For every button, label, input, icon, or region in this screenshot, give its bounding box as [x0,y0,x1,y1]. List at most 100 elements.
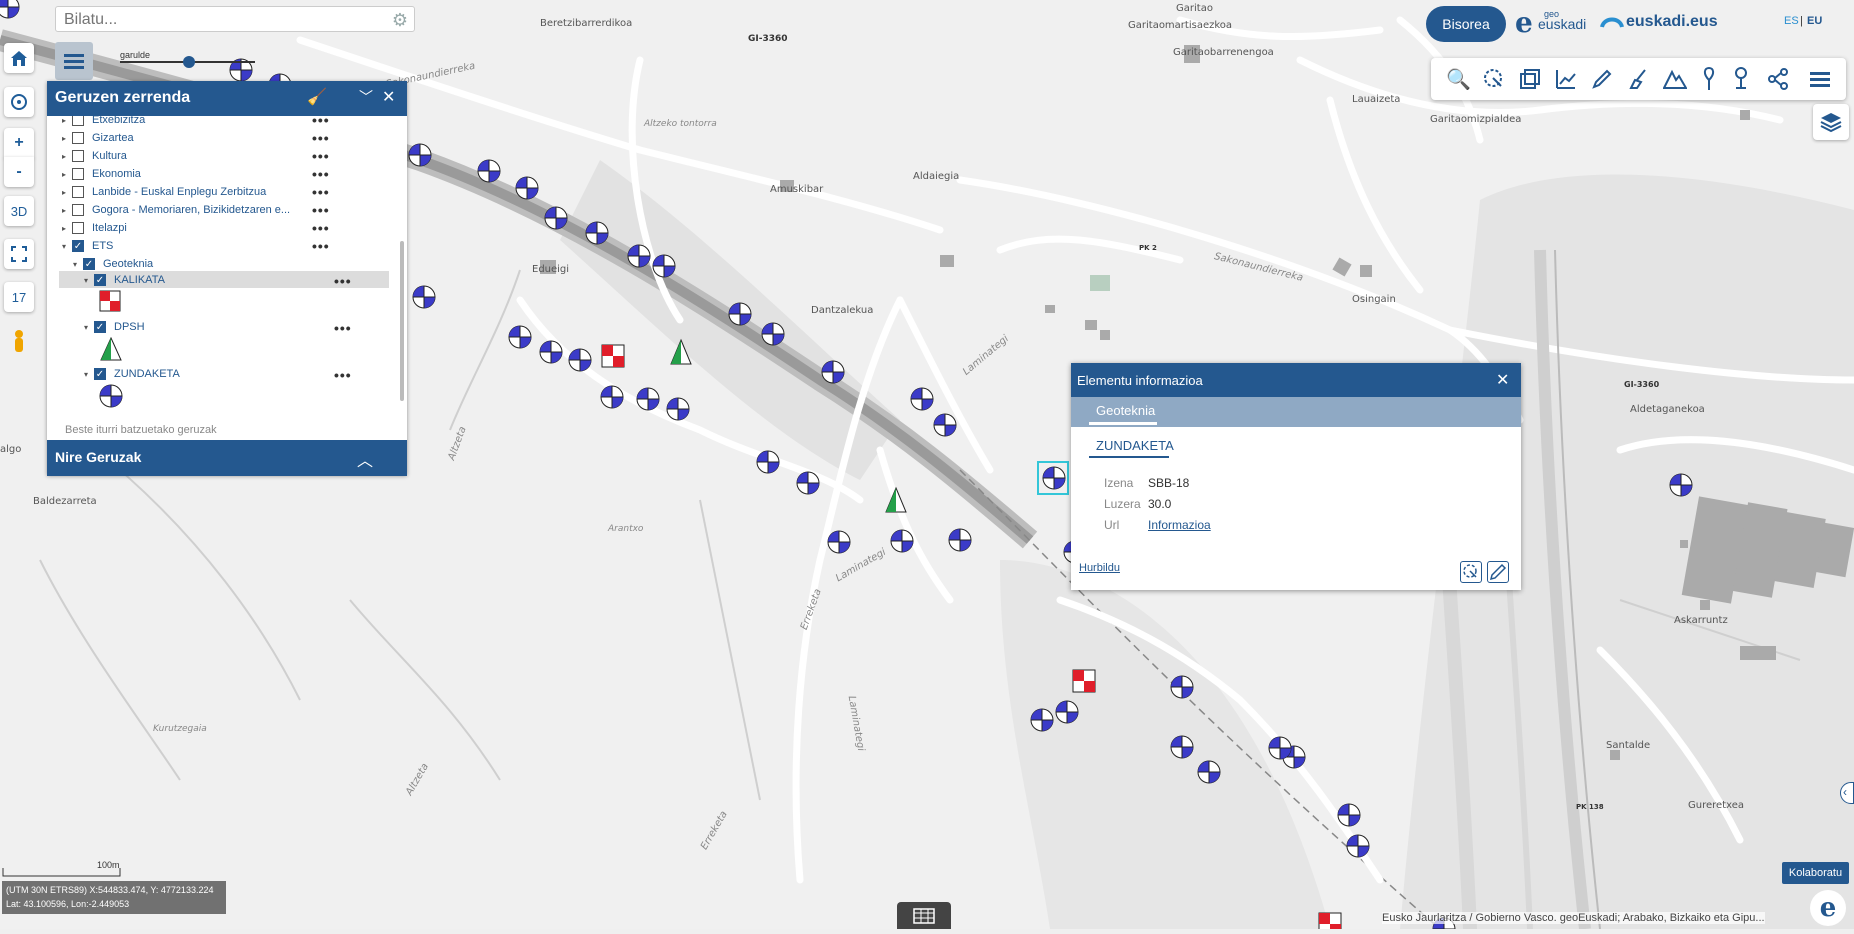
zundaketa-marker[interactable] [568,348,592,372]
euskadi-eus-logo-label[interactable]: euskadi.eus [1626,13,1718,31]
checkbox-checked[interactable]: ✓ [94,368,106,380]
identify-icon[interactable] [1483,68,1505,90]
zundaketa-marker[interactable] [1055,700,1079,724]
compare-icon[interactable] [1519,68,1541,90]
zundaketa-marker[interactable] [1170,735,1194,759]
kalikata-marker[interactable] [601,344,625,368]
chevron-up-icon[interactable]: ︿ [357,447,373,471]
tree-item[interactable]: ▾ ✓ DPSH [84,319,145,335]
opacity-slider[interactable]: garulde [105,50,265,74]
clear-broom-icon[interactable] [1627,68,1649,90]
fullscreen-button[interactable] [4,239,34,269]
share-icon[interactable] [1767,68,1789,90]
checkbox-checked[interactable]: ✓ [94,321,106,333]
more-icon[interactable]: ••• [312,130,330,146]
tree-item[interactable]: ▸ Gogora - Memoriaren, Bizikidetzaren e..… [62,202,290,218]
tree-item[interactable]: ▾ ✓ Geoteknia [73,256,153,272]
zundaketa-marker[interactable] [796,471,820,495]
zundaketa-marker[interactable] [627,244,651,268]
layers-menu-button[interactable] [55,42,93,80]
more-icon[interactable]: ••• [334,320,352,336]
coordinates-icon[interactable] [1701,66,1717,92]
zundaketa-marker[interactable] [827,530,851,554]
zundaketa-marker[interactable] [948,528,972,552]
tree-item[interactable]: ▾ ✓ ZUNDAKETA [84,366,180,382]
slider-handle[interactable] [183,56,195,68]
zundaketa-marker[interactable] [666,397,690,421]
zundaketa-marker[interactable] [821,360,845,384]
zoom-in-button[interactable]: + [4,128,34,158]
zundaketa-marker[interactable] [1337,803,1361,827]
zundaketa-marker[interactable] [508,325,532,349]
zundaketa-marker[interactable] [544,206,568,230]
tree-item[interactable]: ▸ Ekonomia [62,166,141,182]
zundaketa-marker[interactable] [1042,466,1066,490]
tree-item[interactable]: ▸ Itelazpi [62,220,127,236]
zundaketa-marker[interactable] [933,413,957,437]
zundaketa-marker[interactable] [515,176,539,200]
zundaketa-marker[interactable] [477,159,501,183]
menu-icon[interactable] [1809,68,1831,90]
zundaketa-marker[interactable] [652,254,676,278]
chevron-down-icon[interactable]: ﹀ [359,87,373,107]
zundaketa-marker[interactable] [636,387,660,411]
search-icon[interactable]: 🔍 [1446,67,1471,92]
zoom-to-link[interactable]: Hurbildu [1079,562,1120,574]
zundaketa-marker[interactable] [910,387,934,411]
tree-item[interactable]: ▾ ✓ KALIKATA [84,272,165,288]
viewer-button[interactable]: Bisorea [1426,6,1506,42]
locate-button[interactable] [4,87,34,117]
more-icon[interactable]: ••• [312,148,330,164]
subtab-zundaketa[interactable]: ZUNDAKETA [1096,438,1174,453]
tree-item[interactable]: ▾ ✓ ETS [62,238,113,254]
tree-item[interactable]: ▸ Etxebizitza [62,116,145,128]
more-icon[interactable]: ••• [312,238,330,254]
checkbox[interactable] [72,186,84,198]
more-icon[interactable]: ••• [334,273,352,289]
zundaketa-marker[interactable] [1030,708,1054,732]
zundaketa-marker[interactable] [756,450,780,474]
search-box[interactable]: ⚙ [55,6,415,32]
zundaketa-marker[interactable] [1170,675,1194,699]
edit-button[interactable] [1487,561,1509,583]
checkbox[interactable] [72,116,84,126]
zundaketa-marker[interactable] [1197,760,1221,784]
basemap-layers-button[interactable] [1813,104,1849,140]
more-icon[interactable]: ••• [312,166,330,182]
tree-item[interactable]: ▸ Kultura [62,148,127,164]
zundaketa-marker[interactable] [1346,834,1370,858]
more-icon[interactable]: ••• [312,184,330,200]
close-icon[interactable]: ✕ [382,87,395,107]
draw-icon[interactable] [1591,68,1613,90]
zundaketa-marker[interactable] [408,143,432,167]
zundaketa-marker[interactable] [585,221,609,245]
more-icon[interactable]: ••• [334,367,352,383]
zundaketa-marker[interactable] [890,529,914,553]
broom-icon[interactable]: 🧹 [307,87,327,107]
close-icon[interactable]: ✕ [1496,370,1509,390]
zundaketa-marker[interactable] [539,340,563,364]
info-link[interactable]: Informazioa [1148,518,1211,532]
kalikata-marker[interactable] [1318,912,1342,929]
zundaketa-marker[interactable] [600,385,624,409]
scrollbar[interactable] [400,241,404,401]
zundaketa-marker[interactable] [728,302,752,326]
more-icon[interactable]: ••• [312,202,330,218]
more-icon[interactable]: ••• [312,220,330,236]
collaborate-button[interactable]: Kolaboratu [1782,862,1849,884]
identify-button[interactable] [1460,561,1482,583]
zundaketa-marker[interactable] [412,285,436,309]
tab-geoteknia[interactable]: Geoteknia [1096,403,1155,418]
more-icon[interactable]: ••• [312,116,330,128]
my-layers-header[interactable]: Nire Geruzak ︿ [47,440,407,476]
tree-item[interactable]: ▸ Lanbide - Euskal Enplegu Zerbitzua [62,184,266,200]
checkbox[interactable] [72,222,84,234]
home-button[interactable] [4,43,34,73]
table-toggle-button[interactable] [897,902,951,929]
measure-icon[interactable] [1555,68,1577,90]
elevation-profile-icon[interactable] [1663,68,1687,90]
zoom-out-button[interactable]: - [4,157,34,187]
checkbox-checked[interactable]: ✓ [72,240,84,252]
3d-button[interactable]: 3D [4,196,34,226]
checkbox-checked[interactable]: ✓ [83,258,95,270]
